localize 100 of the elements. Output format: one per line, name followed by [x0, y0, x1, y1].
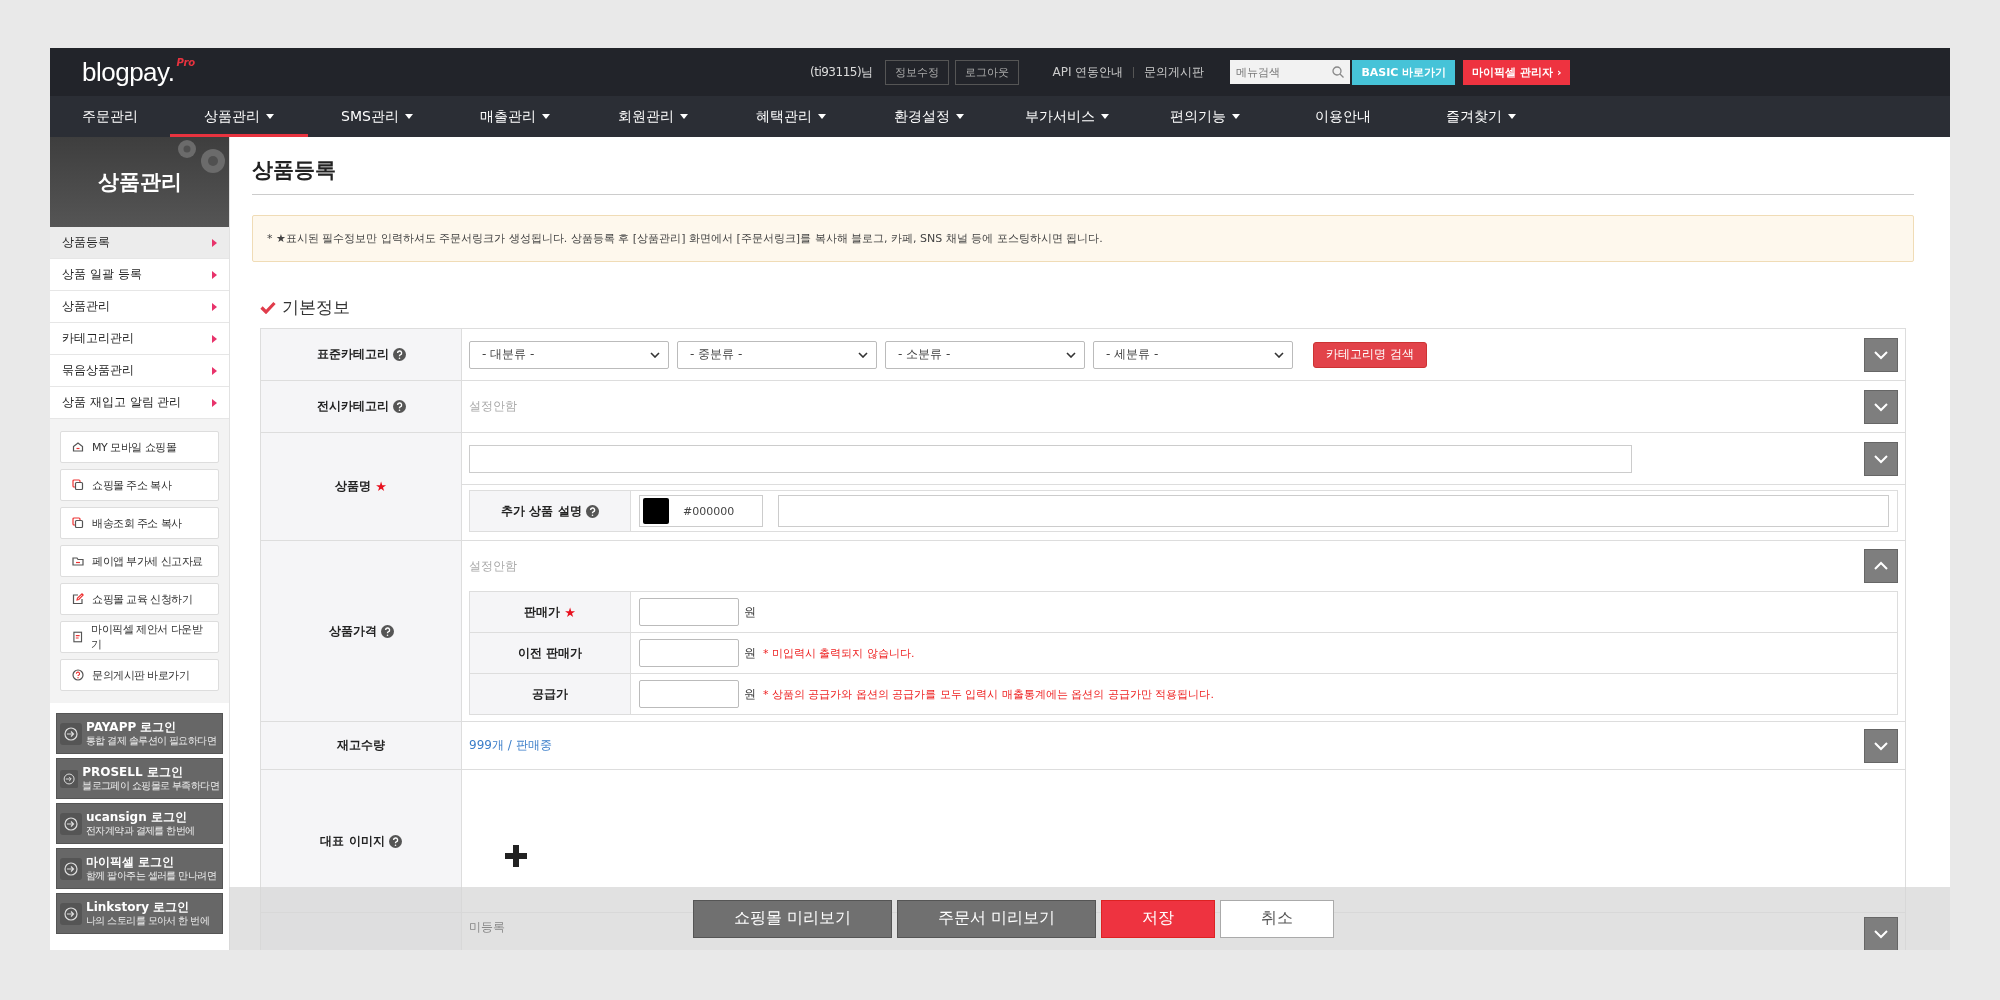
nav-tab[interactable]: SMS관리 [308, 96, 446, 137]
unit-label: 원 [744, 685, 756, 703]
unit-label: 원 [744, 603, 756, 621]
cancel-button[interactable]: 취소 [1220, 899, 1334, 938]
nav-tab[interactable]: 주문관리 [50, 96, 170, 137]
sidebar-title: 상품관리 [97, 169, 182, 196]
field-label: 재고수량 [337, 737, 385, 754]
login-banner[interactable]: PAYAPP 로그인 통합 결제 솔루션이 필요하다면 [56, 713, 223, 754]
quick-link-button[interactable]: MY 모바일 쇼핑몰 [60, 431, 219, 463]
nav-tab[interactable]: 환경설정 [860, 96, 998, 137]
category-search-button[interactable]: 카테고리명 검색 [1313, 341, 1427, 368]
home-icon [72, 441, 84, 453]
quick-link-button[interactable]: 배송조회 주소 복사 [60, 507, 219, 539]
account-button[interactable]: 정보수정 [884, 59, 949, 85]
chevron-down-icon [1873, 349, 1889, 360]
login-icon [60, 812, 82, 835]
note-text: * 미입력시 출력되지 않습니다. [763, 645, 915, 661]
login-title: Linkstory 로그인 [86, 900, 191, 915]
login-subtitle: 전자계약과 결제를 한번에 [86, 825, 195, 837]
page-title: 상품등록 [252, 156, 1914, 195]
save-button[interactable]: 저장 [1101, 899, 1215, 938]
stock-link[interactable]: 999개 / 판매중 [469, 737, 552, 754]
chevron-down-icon [1274, 351, 1284, 358]
section-title: 기본정보 [282, 296, 350, 319]
toggle-button[interactable] [1864, 389, 1898, 424]
arrow-icon [212, 366, 217, 375]
category-dropdown[interactable]: - 소분류 - [885, 340, 1085, 369]
setting-value: 미등록 [469, 919, 505, 936]
login-title: PROSELL 로그인 [82, 765, 184, 780]
toggle-button[interactable] [1864, 441, 1898, 476]
arrow-icon [212, 302, 217, 311]
nav-tab[interactable]: 이용안내 [1274, 96, 1412, 137]
logo[interactable]: blogpay.$^{Pro}$ [50, 56, 810, 88]
field-label: 추가 상품 설명 [501, 502, 582, 520]
header-link[interactable]: 문의게시판 [1144, 63, 1205, 81]
price-field[interactable] [639, 680, 739, 708]
login-icon [60, 857, 82, 880]
chevron-down-icon [1873, 929, 1889, 939]
field-label: 표준카테고리 [316, 346, 389, 363]
nav-tab[interactable]: 편의기능 [1136, 96, 1274, 137]
chevron-up-icon [1873, 561, 1889, 571]
nav-tab[interactable]: 혜택관리 [722, 96, 860, 137]
document-icon [72, 631, 84, 643]
search-field[interactable]: 메뉴검색 [1230, 60, 1351, 84]
arrow-icon [212, 270, 217, 279]
field-label: 공급가 [532, 685, 568, 703]
product-name-field[interactable] [469, 444, 1632, 473]
sidebar-item[interactable]: 상품등록 [50, 227, 229, 259]
note-text: * 상품의 공급가와 옵션의 공급가를 모두 입력시 매출통계에는 옵션의 공급가만 적용됩니다. [763, 686, 1214, 702]
login-icon [60, 767, 79, 790]
arrow-icon [212, 334, 217, 343]
login-banner[interactable]: PROSELL 로그인 블로그페이 쇼핑몰로 부족하다면 [56, 758, 223, 799]
nav-tab[interactable]: 즐겨찾기 [1412, 96, 1550, 137]
chevron-down-icon [1873, 401, 1889, 412]
toggle-button[interactable] [1864, 728, 1898, 763]
nav-tab[interactable]: 회원관리 [584, 96, 722, 137]
copy-icon [72, 479, 84, 491]
login-subtitle: 함께 팔아주는 셀러를 만나려면 [86, 870, 216, 882]
login-title: PAYAPP 로그인 [86, 720, 178, 735]
color-field[interactable]: #000000 [639, 495, 763, 527]
quick-link-button[interactable]: 쇼핑몰 교육 신청하기 [60, 583, 219, 615]
category-dropdown[interactable]: - 중분류 - [677, 340, 877, 369]
price-field[interactable] [639, 639, 739, 667]
account-button[interactable]: 로그아웃 [954, 59, 1019, 85]
header-link[interactable]: API 연동안내 [1052, 63, 1124, 81]
login-banner[interactable]: 마이픽셀 로그인 함께 팔아주는 셀러를 만나려면 [56, 848, 223, 889]
admin-link-button[interactable]: 마이픽셀 관리자 › [1463, 59, 1571, 85]
toggle-button[interactable] [1864, 549, 1898, 583]
setting-value: 설정안함 [469, 398, 517, 415]
preview-button[interactable]: 쇼핑몰 미리보기 [693, 899, 892, 938]
category-dropdown[interactable]: - 대분류 - [469, 340, 669, 369]
login-subtitle: 블로그페이 쇼핑몰로 부족하다면 [82, 780, 219, 792]
category-dropdown[interactable]: - 세분류 - [1093, 340, 1293, 369]
quick-link-button[interactable]: 문의게시판 바로가기 [60, 659, 219, 691]
copy-icon [72, 517, 84, 529]
login-title: 마이픽셀 로그인 [86, 855, 176, 870]
setting-value: 설정안함 [469, 557, 517, 575]
chevron-down-icon [1873, 740, 1889, 751]
arrow-icon [212, 398, 217, 407]
quick-link-button[interactable]: 페이앱 부가세 신고자료 [60, 545, 219, 577]
chevron-down-icon [1873, 453, 1889, 464]
required-mark: ★ [375, 479, 387, 494]
login-banner[interactable]: Linkstory 로그인 나의 스토리를 모아서 한 번에 [56, 893, 223, 934]
field-label: 상품가격 [328, 622, 377, 640]
quick-link-button[interactable]: 쇼핑몰 주소 복사 [60, 469, 219, 501]
nav-tab[interactable]: 매출관리 [446, 96, 584, 137]
question-icon [72, 669, 84, 681]
nav-tab[interactable]: 부가서비스 [998, 96, 1136, 137]
chevron-down-icon [650, 351, 660, 358]
quick-link-button[interactable]: 마이픽셀 제안서 다운받기 [60, 621, 219, 653]
price-field[interactable] [639, 598, 739, 626]
toggle-button[interactable] [1864, 337, 1898, 372]
description-field[interactable] [778, 495, 1889, 527]
notice-text: *★표시된 필수정보만 입력하셔도 주문서링크가 생성됩니다. 상품등록 후 [상품관리] 화면에서 [주문서링크]를 복사해 블로그, 카페, SNS 채널 등에 포스팅하시면 됩니다. [252, 215, 1914, 262]
edit-icon [72, 593, 84, 605]
toggle-button[interactable] [1864, 917, 1898, 950]
add-image-icon [505, 845, 527, 867]
check-icon [260, 301, 276, 314]
preview-button[interactable]: 주문서 미리보기 [897, 899, 1096, 938]
login-banner[interactable]: ucansign 로그인 전자계약과 결제를 한번에 [56, 803, 223, 844]
